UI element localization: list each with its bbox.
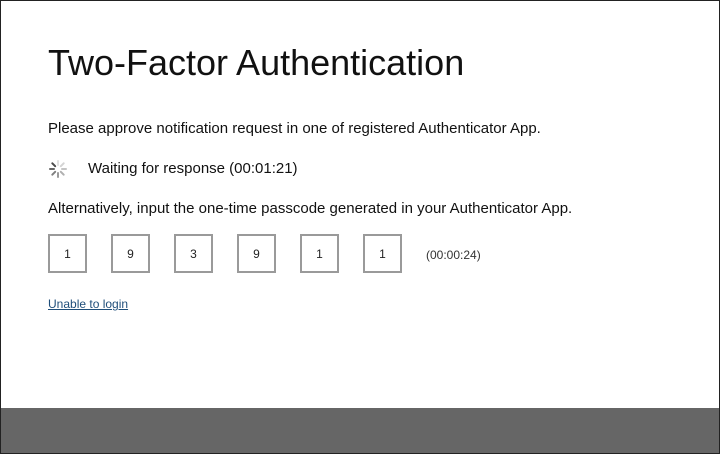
loading-spinner-icon — [49, 160, 67, 178]
otp-digit-2[interactable]: 9 — [111, 234, 150, 273]
otp-timer: (00:00:24) — [426, 248, 481, 262]
otp-digit-3[interactable]: 3 — [174, 234, 213, 273]
waiting-text: Waiting for response (00:01:21) — [88, 160, 298, 177]
otp-input-row: 1 9 3 9 1 1 (00:00:24) — [48, 234, 481, 273]
otp-instruction: Alternatively, input the one-time passco… — [48, 200, 573, 217]
page-title: Two-Factor Authentication — [48, 42, 465, 83]
otp-digit-4[interactable]: 9 — [237, 234, 276, 273]
otp-digit-5[interactable]: 1 — [300, 234, 339, 273]
footer-bar — [1, 408, 719, 453]
otp-digit-6[interactable]: 1 — [363, 234, 402, 273]
push-instruction: Please approve notification request in o… — [48, 120, 541, 137]
auth-window: Two-Factor Authentication Please approve… — [0, 0, 720, 454]
otp-digit-1[interactable]: 1 — [48, 234, 87, 273]
waiting-status: Waiting for response (00:01:21) — [48, 158, 298, 180]
unable-to-login-link[interactable]: Unable to login — [48, 297, 128, 311]
